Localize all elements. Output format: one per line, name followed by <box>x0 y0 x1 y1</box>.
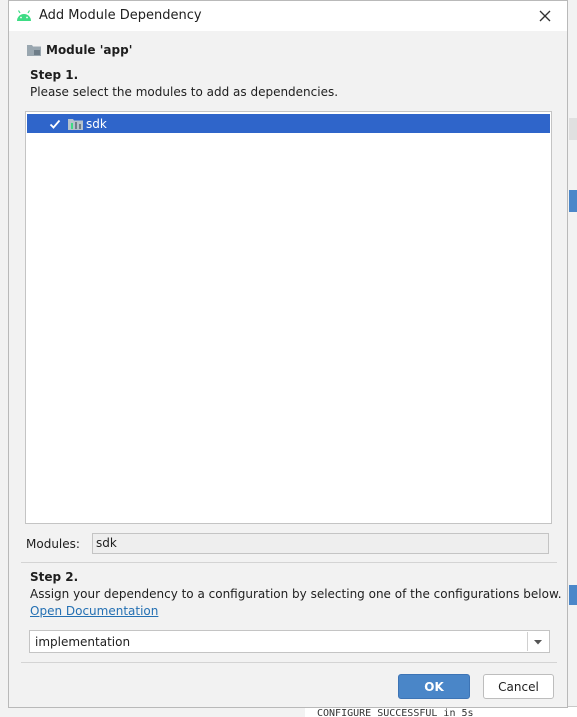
chevron-down-icon[interactable] <box>531 635 545 649</box>
section-divider <box>21 562 557 563</box>
modules-field: sdk <box>92 533 549 554</box>
background-panel-strip <box>569 190 577 212</box>
add-module-dependency-dialog: Add Module Dependency Module 'app' Step … <box>8 0 568 708</box>
background-ide-right <box>569 0 577 716</box>
configuration-select-value: implementation <box>35 635 131 649</box>
modules-label: Modules: <box>26 537 80 551</box>
android-icon <box>17 10 31 21</box>
list-item-label: sdk <box>86 116 107 131</box>
module-header: Module 'app' <box>27 43 132 57</box>
close-icon <box>539 10 551 22</box>
background-panel-strip <box>569 585 577 605</box>
close-button[interactable] <box>533 4 557 28</box>
list-item[interactable]: sdk <box>27 114 550 133</box>
step1-title: Step 1. <box>30 68 79 82</box>
dialog-title: Add Module Dependency <box>39 8 202 23</box>
folder-icon <box>27 45 41 56</box>
cancel-button[interactable]: Cancel <box>483 674 554 699</box>
module-icon <box>68 118 83 130</box>
step1-description: Please select the modules to add as depe… <box>30 85 339 99</box>
checkbox-checked-icon[interactable] <box>48 117 62 131</box>
select-separator <box>527 632 528 651</box>
footer-divider <box>21 662 557 663</box>
dialog-titlebar: Add Module Dependency <box>9 1 567 31</box>
open-documentation-link[interactable]: Open Documentation <box>30 604 158 618</box>
background-panel-strip <box>569 118 577 140</box>
ok-button[interactable]: OK <box>398 674 470 699</box>
configuration-select[interactable]: implementation <box>29 630 550 653</box>
step2-description: Assign your dependency to a configuratio… <box>30 587 562 601</box>
module-list[interactable]: sdk <box>25 111 552 524</box>
module-header-label: Module 'app' <box>46 43 133 57</box>
step2-title: Step 2. <box>30 570 79 584</box>
